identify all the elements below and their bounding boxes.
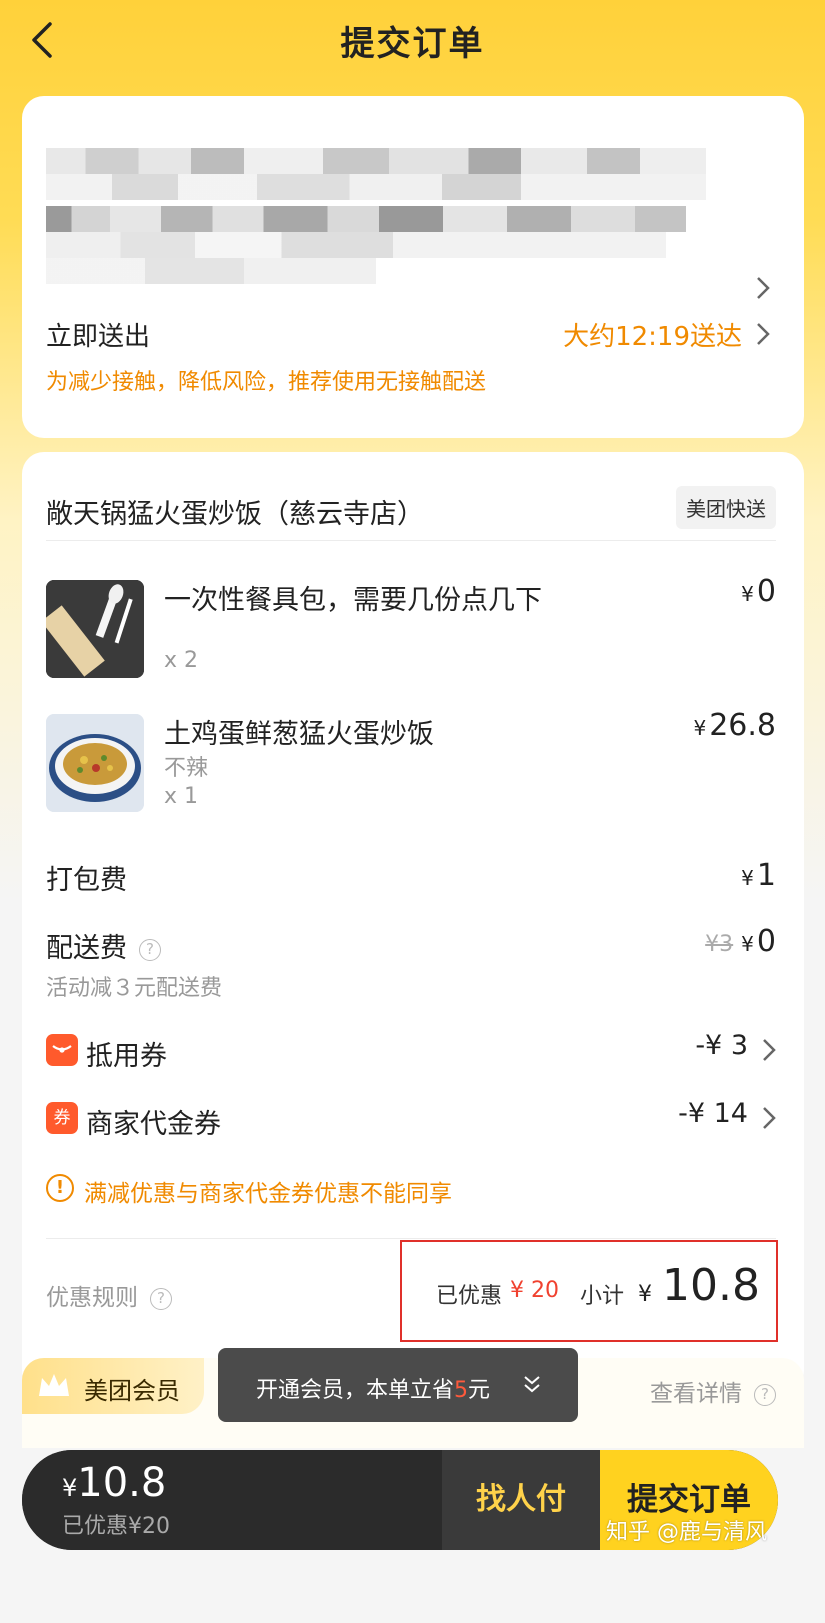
item-price-value: 26.8: [709, 708, 776, 743]
tableware-pack-image: [46, 580, 144, 678]
yen-sign: ¥: [638, 1282, 652, 1307]
packing-fee: ¥1: [741, 858, 776, 893]
toast-prefix: 开通会员，本单立省: [256, 1378, 455, 1403]
order-card: 敞天锅猛火蛋炒饭（慈云寺店） 美团快送 一次性餐具包，需要几份点几下 x 2 ¥…: [22, 452, 804, 1392]
coupon-value[interactable]: -¥ 3: [695, 1030, 748, 1061]
yen-sign: ¥: [693, 716, 707, 740]
yen-sign: ¥: [741, 866, 754, 890]
item-qty: x 1: [164, 784, 199, 809]
divider: [46, 1238, 776, 1239]
help-icon[interactable]: ?: [754, 1383, 776, 1406]
member-details-link[interactable]: 查看详情?: [650, 1374, 776, 1408]
toast-text: 开通会员，本单立省5元: [256, 1372, 490, 1404]
ask-friend-pay-button[interactable]: 找人付: [442, 1450, 600, 1550]
packing-fee-label: 打包费: [46, 865, 127, 896]
member-toast[interactable]: 开通会员，本单立省5元: [218, 1348, 578, 1422]
item-price: ¥0: [741, 574, 776, 609]
eta-chevron-icon[interactable]: [756, 322, 770, 350]
yen-sign: ¥: [62, 1474, 78, 1502]
delivery-badge: 美团快送: [676, 486, 776, 529]
divider: [46, 540, 776, 541]
pay-discount: 已优惠¥20: [62, 1514, 170, 1539]
pay-summary: ¥10.8 已优惠¥20: [22, 1450, 442, 1550]
voucher-icon: 券: [46, 1102, 78, 1134]
item-qty: x 2: [164, 648, 199, 673]
address-card[interactable]: 立即送出 大约12:19送达 为减少接触，降低风险，推荐使用无接触配送: [22, 96, 804, 438]
contactless-notice: 为减少接触，降低风险，推荐使用无接触配送: [46, 370, 487, 395]
voucher-label: 商家代金券: [86, 1109, 221, 1140]
delivery-fee-note: 活动减３元配送费: [46, 976, 223, 1001]
discount-rules-label[interactable]: 优惠规则?: [46, 1278, 172, 1312]
page-title: 提交订单: [340, 24, 485, 64]
item-price-value: 0: [756, 574, 776, 609]
coupon-chevron-icon[interactable]: [762, 1038, 776, 1066]
crown-icon: [39, 1374, 69, 1396]
subtotal-label: 小计: [580, 1284, 625, 1309]
delivery-fee-value: 0: [756, 924, 776, 959]
toast-suffix: 元: [468, 1378, 491, 1403]
help-icon[interactable]: ?: [139, 938, 161, 961]
discount-warning: 满减优惠与商家代金券优惠不能同享: [84, 1181, 452, 1207]
item-name: 一次性餐具包，需要几份点几下: [164, 585, 542, 616]
member-tag: 美团会员: [22, 1358, 204, 1414]
delivery-fee-label-text: 配送费: [46, 933, 127, 964]
member-tag-label: 美团会员: [84, 1377, 180, 1405]
packing-fee-value: 1: [756, 858, 776, 893]
coupon-label: 抵用券: [86, 1041, 167, 1072]
voucher-value[interactable]: -¥ 14: [678, 1098, 748, 1129]
double-chevron-down-icon[interactable]: [522, 1374, 542, 1396]
discounted-label: 已优惠: [436, 1284, 503, 1309]
pay-total-value: 10.8: [77, 1460, 167, 1506]
item-price: ¥26.8: [693, 708, 776, 743]
item-name: 土鸡蛋鲜葱猛火蛋炒饭: [164, 719, 434, 750]
voucher-chevron-icon[interactable]: [762, 1106, 776, 1134]
yen-sign: ¥: [741, 932, 754, 956]
address-chevron-icon[interactable]: [756, 276, 770, 304]
discounted-value: ¥ 20: [510, 1278, 559, 1303]
red-packet-icon: [46, 1034, 78, 1066]
fried-rice-image: [46, 714, 144, 812]
header: 提交订单: [0, 0, 825, 80]
delivery-time-label: 立即送出: [46, 322, 151, 352]
watermark: 知乎 @鹿与清风: [606, 1520, 767, 1545]
pay-total: ¥10.8: [62, 1460, 166, 1506]
delivery-fee-label: 配送费?: [46, 926, 161, 965]
item-spec: 不辣: [164, 756, 209, 781]
member-details-text: 查看详情: [650, 1381, 742, 1407]
discount-rules-text: 优惠规则: [46, 1285, 138, 1311]
toast-amount: 5: [454, 1378, 469, 1403]
delivery-fee: ¥3 ¥0: [705, 924, 776, 959]
yen-sign: ¥: [741, 582, 754, 606]
shop-name[interactable]: 敞天锅猛火蛋炒饭（慈云寺店）: [46, 492, 424, 531]
help-icon[interactable]: ?: [150, 1287, 172, 1310]
subtotal-value: 10.8: [662, 1260, 760, 1311]
delivery-fee-original: ¥3: [705, 932, 734, 957]
delivery-eta[interactable]: 大约12:19送达: [563, 316, 742, 353]
warning-icon: !: [46, 1174, 74, 1202]
